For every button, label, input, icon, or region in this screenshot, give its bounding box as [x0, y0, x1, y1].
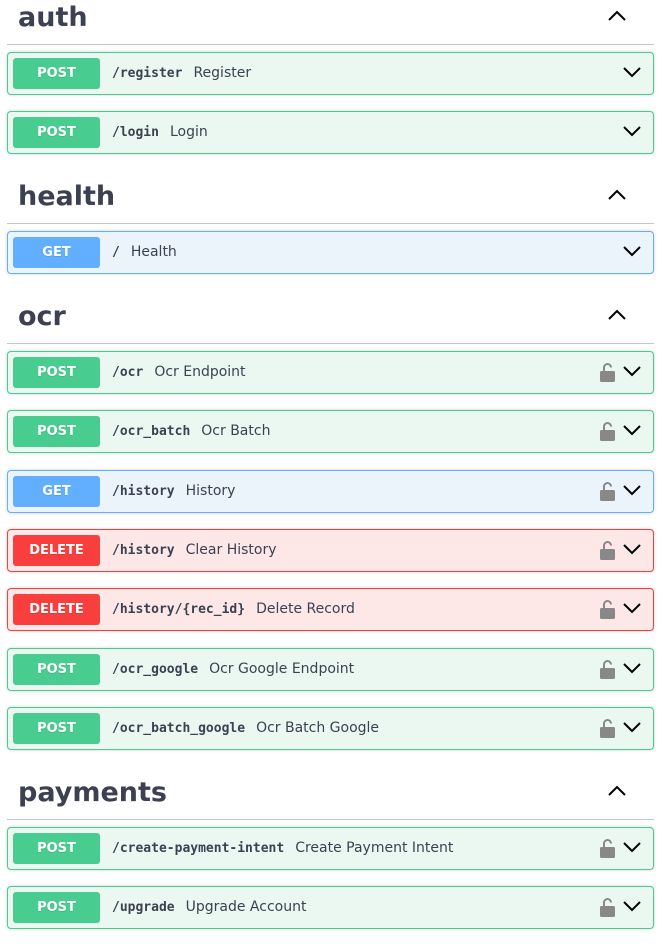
chevron-down-icon[interactable] [622, 543, 642, 555]
operation-summary: Ocr Google Endpoint [209, 661, 355, 677]
operation-post-upgrade[interactable]: POST /upgrade Upgrade Account [7, 886, 654, 929]
lock-icon[interactable] [600, 421, 615, 441]
operation-path: /ocr_batch_google [112, 721, 246, 736]
chevron-down-icon[interactable] [622, 721, 642, 733]
lock-icon[interactable] [600, 599, 615, 619]
method-badge: POST [13, 58, 100, 89]
method-badge: POST [13, 654, 100, 685]
method-badge: POST [13, 713, 100, 744]
operation-summary: Clear History [185, 542, 277, 558]
method-badge: DELETE [13, 535, 100, 566]
operation-post-ocr-google[interactable]: POST /ocr_google Ocr Google Endpoint [7, 648, 654, 691]
operation-post-ocr[interactable]: POST /ocr Ocr Endpoint [7, 351, 654, 394]
chevron-down-icon[interactable] [622, 602, 642, 614]
lock-icon[interactable] [600, 718, 615, 738]
method-badge: POST [13, 416, 100, 447]
operation-delete-history-record[interactable]: DELETE /history/{rec_id} Delete Record [7, 588, 654, 631]
method-badge: POST [13, 357, 100, 388]
section-title: ocr [18, 301, 66, 332]
operation-path: /history [112, 484, 175, 499]
operation-path: /create-payment-intent [112, 841, 285, 856]
operation-path-wrap: /ocr Ocr Endpoint [112, 352, 246, 393]
operation-summary: Create Payment Intent [295, 840, 454, 856]
lock-icon[interactable] [600, 838, 615, 858]
operation-path-wrap: /upgrade Upgrade Account [112, 887, 306, 928]
operation-post-login[interactable]: POST /login Login [7, 111, 654, 154]
operation-summary: Ocr Batch Google [256, 720, 380, 736]
chevron-down-icon[interactable] [622, 841, 642, 853]
section-title: payments [18, 777, 167, 808]
method-badge: GET [13, 237, 100, 268]
method-badge: POST [13, 892, 100, 923]
section-title: auth [18, 2, 88, 33]
operation-summary: Ocr Batch [201, 423, 271, 439]
operation-summary: Ocr Endpoint [154, 364, 246, 380]
operation-path: /history/{rec_id} [112, 602, 246, 617]
chevron-up-icon[interactable] [607, 785, 627, 797]
operation-path-wrap: /register Register [112, 53, 251, 94]
lock-icon[interactable] [600, 659, 615, 679]
operation-path-wrap: /create-payment-intent Create Payment Int… [112, 828, 453, 869]
operation-path-wrap: /login Login [112, 112, 208, 153]
operation-path: /ocr_batch [112, 424, 191, 439]
operation-path-wrap: /ocr_google Ocr Google Endpoint [112, 649, 354, 690]
section-header-ocr[interactable]: ocr [7, 299, 654, 344]
operation-summary: History [185, 483, 236, 499]
operation-summary: Health [130, 244, 177, 260]
chevron-up-icon[interactable] [607, 10, 627, 22]
chevron-down-icon[interactable] [622, 365, 642, 377]
operation-path: /register [112, 66, 183, 81]
operation-path-wrap: /ocr_batch Ocr Batch [112, 411, 270, 452]
operation-path: /ocr_google [112, 662, 199, 677]
operation-path: /ocr [112, 365, 144, 380]
chevron-up-icon[interactable] [607, 189, 627, 201]
operation-path-wrap: /history Clear History [112, 530, 277, 571]
section-header-auth[interactable]: auth [7, 0, 654, 45]
operation-path-wrap: / Health [112, 232, 177, 273]
section-header-payments[interactable]: payments [7, 775, 654, 820]
method-badge: POST [13, 117, 100, 148]
operation-path: / [112, 245, 120, 260]
section-title: health [18, 181, 116, 212]
operation-path: /login [112, 125, 159, 140]
operation-get-health[interactable]: GET / Health [7, 231, 654, 274]
operation-summary: Upgrade Account [185, 899, 307, 915]
chevron-down-icon[interactable] [622, 900, 642, 912]
operation-path-wrap: /ocr_batch_google Ocr Batch Google [112, 708, 379, 749]
lock-icon[interactable] [600, 362, 615, 382]
operation-summary: Register [193, 65, 252, 81]
lock-icon[interactable] [600, 481, 615, 501]
operation-summary: Delete Record [256, 601, 355, 617]
method-badge: GET [13, 476, 100, 507]
lock-icon[interactable] [600, 540, 615, 560]
operation-summary: Login [169, 124, 208, 140]
operation-path-wrap: /history History [112, 471, 235, 512]
chevron-down-icon[interactable] [622, 662, 642, 674]
section-header-health[interactable]: health [7, 179, 654, 224]
chevron-down-icon[interactable] [622, 66, 642, 78]
method-badge: DELETE [13, 594, 100, 625]
operation-post-ocr-batch[interactable]: POST /ocr_batch Ocr Batch [7, 410, 654, 453]
operation-delete-history[interactable]: DELETE /history Clear History [7, 529, 654, 572]
chevron-down-icon[interactable] [622, 125, 642, 137]
method-badge: POST [13, 833, 100, 864]
operation-post-create-payment-intent[interactable]: POST /create-payment-intent Create Paymen… [7, 827, 654, 870]
chevron-down-icon[interactable] [622, 424, 642, 436]
operation-get-history[interactable]: GET /history History [7, 470, 654, 513]
operation-post-ocr-batch-google[interactable]: POST /ocr_batch_google Ocr Batch Google [7, 707, 654, 750]
chevron-up-icon[interactable] [607, 309, 627, 321]
operation-path: /upgrade [112, 900, 175, 915]
chevron-down-icon[interactable] [622, 484, 642, 496]
operation-path-wrap: /history/{rec_id} Delete Record [112, 589, 355, 630]
lock-icon[interactable] [600, 897, 615, 917]
chevron-down-icon[interactable] [622, 245, 642, 257]
operation-path: /history [112, 543, 175, 558]
operation-post-register[interactable]: POST /register Register [7, 52, 654, 95]
